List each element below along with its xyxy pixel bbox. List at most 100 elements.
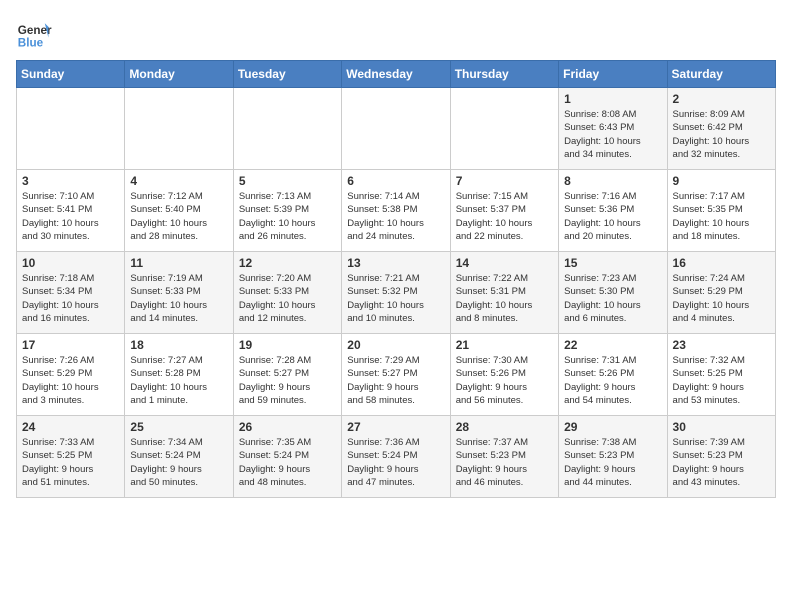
day-info: Sunrise: 7:13 AM Sunset: 5:39 PM Dayligh… [239,190,336,243]
day-info: Sunrise: 8:08 AM Sunset: 6:43 PM Dayligh… [564,108,661,161]
day-info: Sunrise: 7:21 AM Sunset: 5:32 PM Dayligh… [347,272,444,325]
day-number: 19 [239,338,336,352]
day-number: 26 [239,420,336,434]
calendar-cell: 12 Sunrise: 7:20 AM Sunset: 5:33 PM Dayli… [233,252,341,334]
day-info: Sunrise: 7:32 AM Sunset: 5:25 PM Dayligh… [673,354,770,407]
calendar-week-row: 1 Sunrise: 8:08 AM Sunset: 6:43 PM Daylig… [17,88,776,170]
day-number: 24 [22,420,119,434]
day-info: Sunrise: 7:34 AM Sunset: 5:24 PM Dayligh… [130,436,227,489]
calendar-cell: 27 Sunrise: 7:36 AM Sunset: 5:24 PM Dayli… [342,416,450,498]
calendar-cell: 22 Sunrise: 7:31 AM Sunset: 5:26 PM Dayli… [559,334,667,416]
day-number: 20 [347,338,444,352]
calendar-cell: 21 Sunrise: 7:30 AM Sunset: 5:26 PM Dayli… [450,334,558,416]
day-info: Sunrise: 7:14 AM Sunset: 5:38 PM Dayligh… [347,190,444,243]
day-of-week-header: Thursday [450,61,558,88]
calendar-cell: 9Sunrise: 7:17 AM Sunset: 5:35 PM Daylig… [667,170,775,252]
day-number: 22 [564,338,661,352]
calendar-week-row: 24 Sunrise: 7:33 AM Sunset: 5:25 PM Dayli… [17,416,776,498]
calendar-cell: 14 Sunrise: 7:22 AM Sunset: 5:31 PM Dayli… [450,252,558,334]
calendar-cell [233,88,341,170]
svg-text:Blue: Blue [18,37,44,50]
day-number: 4 [130,174,227,188]
day-number: 30 [673,420,770,434]
day-info: Sunrise: 7:27 AM Sunset: 5:28 PM Dayligh… [130,354,227,407]
calendar-cell [17,88,125,170]
day-number: 14 [456,256,553,270]
calendar-cell: 20 Sunrise: 7:29 AM Sunset: 5:27 PM Dayli… [342,334,450,416]
day-info: Sunrise: 7:22 AM Sunset: 5:31 PM Dayligh… [456,272,553,325]
calendar-cell: 26 Sunrise: 7:35 AM Sunset: 5:24 PM Dayli… [233,416,341,498]
calendar-cell: 28Sunrise: 7:37 AM Sunset: 5:23 PM Dayli… [450,416,558,498]
day-info: Sunrise: 7:15 AM Sunset: 5:37 PM Dayligh… [456,190,553,243]
calendar-week-row: 17 Sunrise: 7:26 AM Sunset: 5:29 PM Dayli… [17,334,776,416]
day-info: Sunrise: 7:23 AM Sunset: 5:30 PM Dayligh… [564,272,661,325]
calendar-cell: 16 Sunrise: 7:24 AM Sunset: 5:29 PM Dayli… [667,252,775,334]
day-number: 21 [456,338,553,352]
day-number: 23 [673,338,770,352]
calendar-cell: 25 Sunrise: 7:34 AM Sunset: 5:24 PM Dayli… [125,416,233,498]
day-of-week-header: Tuesday [233,61,341,88]
day-info: Sunrise: 7:24 AM Sunset: 5:29 PM Dayligh… [673,272,770,325]
day-info: Sunrise: 7:36 AM Sunset: 5:24 PM Dayligh… [347,436,444,489]
calendar-cell: 17 Sunrise: 7:26 AM Sunset: 5:29 PM Dayli… [17,334,125,416]
calendar-cell: 10Sunrise: 7:18 AM Sunset: 5:34 PM Dayli… [17,252,125,334]
calendar-cell: 4Sunrise: 7:12 AM Sunset: 5:40 PM Daylig… [125,170,233,252]
calendar-cell: 7Sunrise: 7:15 AM Sunset: 5:37 PM Daylig… [450,170,558,252]
calendar-cell: 2 Sunrise: 8:09 AM Sunset: 6:42 PM Daylig… [667,88,775,170]
calendar-cell: 23 Sunrise: 7:32 AM Sunset: 5:25 PM Dayli… [667,334,775,416]
day-info: Sunrise: 7:26 AM Sunset: 5:29 PM Dayligh… [22,354,119,407]
calendar-cell: 24 Sunrise: 7:33 AM Sunset: 5:25 PM Dayli… [17,416,125,498]
calendar-cell [450,88,558,170]
page-header: General Blue [16,16,776,52]
logo: General Blue [16,16,52,52]
day-info: Sunrise: 7:31 AM Sunset: 5:26 PM Dayligh… [564,354,661,407]
day-of-week-header: Wednesday [342,61,450,88]
day-number: 15 [564,256,661,270]
day-number: 25 [130,420,227,434]
calendar-header-row: SundayMondayTuesdayWednesdayThursdayFrid… [17,61,776,88]
day-info: Sunrise: 7:35 AM Sunset: 5:24 PM Dayligh… [239,436,336,489]
day-info: Sunrise: 7:30 AM Sunset: 5:26 PM Dayligh… [456,354,553,407]
calendar-cell: 11 Sunrise: 7:19 AM Sunset: 5:33 PM Dayli… [125,252,233,334]
calendar-cell: 8Sunrise: 7:16 AM Sunset: 5:36 PM Daylig… [559,170,667,252]
day-info: Sunrise: 7:19 AM Sunset: 5:33 PM Dayligh… [130,272,227,325]
day-info: Sunrise: 7:17 AM Sunset: 5:35 PM Dayligh… [673,190,770,243]
day-info: Sunrise: 7:28 AM Sunset: 5:27 PM Dayligh… [239,354,336,407]
day-number: 16 [673,256,770,270]
calendar-cell: 15 Sunrise: 7:23 AM Sunset: 5:30 PM Dayli… [559,252,667,334]
day-of-week-header: Friday [559,61,667,88]
calendar-cell [125,88,233,170]
day-number: 27 [347,420,444,434]
day-info: Sunrise: 8:09 AM Sunset: 6:42 PM Dayligh… [673,108,770,161]
day-number: 3 [22,174,119,188]
day-number: 10 [22,256,119,270]
calendar-week-row: 3 Sunrise: 7:10 AM Sunset: 5:41 PM Daylig… [17,170,776,252]
day-info: Sunrise: 7:10 AM Sunset: 5:41 PM Dayligh… [22,190,119,243]
day-info: Sunrise: 7:38 AM Sunset: 5:23 PM Dayligh… [564,436,661,489]
day-info: Sunrise: 7:20 AM Sunset: 5:33 PM Dayligh… [239,272,336,325]
logo-icon: General Blue [16,16,52,52]
day-number: 29 [564,420,661,434]
day-info: Sunrise: 7:29 AM Sunset: 5:27 PM Dayligh… [347,354,444,407]
day-of-week-header: Saturday [667,61,775,88]
day-info: Sunrise: 7:37 AM Sunset: 5:23 PM Dayligh… [456,436,553,489]
calendar-cell: 19 Sunrise: 7:28 AM Sunset: 5:27 PM Dayli… [233,334,341,416]
day-number: 2 [673,92,770,106]
calendar-cell: 3 Sunrise: 7:10 AM Sunset: 5:41 PM Daylig… [17,170,125,252]
day-number: 6 [347,174,444,188]
day-number: 12 [239,256,336,270]
calendar-cell [342,88,450,170]
calendar-cell: 18Sunrise: 7:27 AM Sunset: 5:28 PM Dayli… [125,334,233,416]
day-of-week-header: Monday [125,61,233,88]
day-info: Sunrise: 7:39 AM Sunset: 5:23 PM Dayligh… [673,436,770,489]
calendar-week-row: 10Sunrise: 7:18 AM Sunset: 5:34 PM Dayli… [17,252,776,334]
day-number: 1 [564,92,661,106]
calendar-cell: 30 Sunrise: 7:39 AM Sunset: 5:23 PM Dayli… [667,416,775,498]
day-info: Sunrise: 7:33 AM Sunset: 5:25 PM Dayligh… [22,436,119,489]
day-of-week-header: Sunday [17,61,125,88]
calendar-cell: 6 Sunrise: 7:14 AM Sunset: 5:38 PM Daylig… [342,170,450,252]
day-number: 13 [347,256,444,270]
calendar-cell: 1 Sunrise: 8:08 AM Sunset: 6:43 PM Daylig… [559,88,667,170]
day-number: 11 [130,256,227,270]
day-number: 17 [22,338,119,352]
